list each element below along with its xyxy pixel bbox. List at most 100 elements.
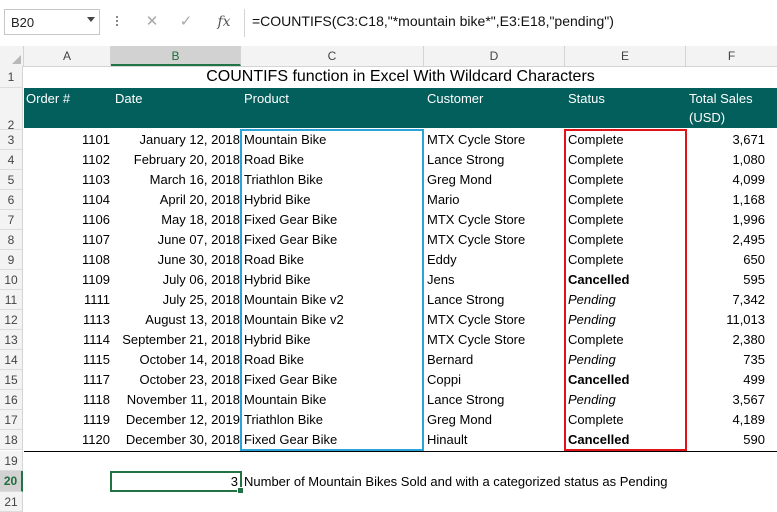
cell-order[interactable]: 1104	[24, 190, 110, 210]
cell-date[interactable]: December 12, 2019	[110, 410, 240, 430]
cell-sales[interactable]: 595	[686, 270, 765, 290]
header-date[interactable]: Date	[115, 89, 142, 109]
cell-status[interactable]: Complete	[568, 250, 684, 270]
cell-customer[interactable]: MTX Cycle Store	[427, 310, 563, 330]
row-header-4[interactable]: 4	[0, 150, 23, 170]
cell-sales[interactable]: 2,380	[686, 330, 765, 350]
cell-product[interactable]: Mountain Bike v2	[244, 290, 422, 310]
cell-date[interactable]: April 20, 2018	[110, 190, 240, 210]
cell-product[interactable]: Mountain Bike v2	[244, 310, 422, 330]
cell-customer[interactable]: Lance Strong	[427, 390, 563, 410]
cell-product[interactable]: Fixed Gear Bike	[244, 230, 422, 250]
cell-sales[interactable]: 2,495	[686, 230, 765, 250]
cell-status[interactable]: Complete	[568, 130, 684, 150]
cell-customer[interactable]: Greg Mond	[427, 410, 563, 430]
cell-date[interactable]: July 25, 2018	[110, 290, 240, 310]
column-header-a[interactable]: A	[24, 46, 111, 66]
cell-customer[interactable]: Greg Mond	[427, 170, 563, 190]
cell-status[interactable]: Pending	[568, 390, 684, 410]
cell-order[interactable]: 1114	[24, 330, 110, 350]
cell-customer[interactable]: Hinault	[427, 430, 563, 450]
row-header-2[interactable]: 2	[0, 88, 23, 132]
cell-sales[interactable]: 1,996	[686, 210, 765, 230]
cell-status[interactable]: Complete	[568, 230, 684, 250]
cell-order[interactable]: 1108	[24, 250, 110, 270]
cell-sales[interactable]: 7,342	[686, 290, 765, 310]
row-header-16[interactable]: 16	[0, 390, 23, 410]
cell-customer[interactable]: Eddy	[427, 250, 563, 270]
cell-status[interactable]: Pending	[568, 290, 684, 310]
row-header-10[interactable]: 10	[0, 270, 23, 290]
cell-customer[interactable]: MTX Cycle Store	[427, 130, 563, 150]
check-icon[interactable]: ✓	[175, 11, 197, 33]
cell-sales[interactable]: 4,099	[686, 170, 765, 190]
column-header-b[interactable]: B	[111, 46, 241, 66]
column-header-c[interactable]: C	[241, 46, 424, 66]
cell-product[interactable]: Road Bike	[244, 150, 422, 170]
row-header-18[interactable]: 18	[0, 430, 23, 450]
header-status[interactable]: Status	[568, 89, 605, 109]
row-header-17[interactable]: 17	[0, 410, 23, 430]
row-header-8[interactable]: 8	[0, 230, 23, 250]
cell-date[interactable]: September 21, 2018	[110, 330, 240, 350]
cell-status[interactable]: Complete	[568, 330, 684, 350]
cell-product[interactable]: Road Bike	[244, 350, 422, 370]
row-header-20[interactable]: 20	[0, 471, 23, 492]
column-header-f[interactable]: F	[686, 46, 777, 66]
cell-order[interactable]: 1119	[24, 410, 110, 430]
cell-customer[interactable]: Mario	[427, 190, 563, 210]
cell-sales[interactable]: 499	[686, 370, 765, 390]
cell-order[interactable]: 1118	[24, 390, 110, 410]
cell-date[interactable]: May 18, 2018	[110, 210, 240, 230]
cell-customer[interactable]: MTX Cycle Store	[427, 210, 563, 230]
cell-status[interactable]: Complete	[568, 210, 684, 230]
cell-status[interactable]: Cancelled	[568, 370, 684, 390]
header-order[interactable]: Order #	[26, 89, 70, 109]
cell-order[interactable]: 1106	[24, 210, 110, 230]
cell-product[interactable]: Hybrid Bike	[244, 330, 422, 350]
cell-status[interactable]: Complete	[568, 150, 684, 170]
row-header-19[interactable]: 19	[0, 451, 23, 471]
cell-order[interactable]: 1101	[24, 130, 110, 150]
select-all-button[interactable]	[0, 46, 24, 66]
header-customer[interactable]: Customer	[427, 89, 483, 109]
cell-sales[interactable]: 590	[686, 430, 765, 450]
cell-sales[interactable]: 735	[686, 350, 765, 370]
row-header-21[interactable]: 21	[0, 492, 23, 512]
cell-sales[interactable]: 1,080	[686, 150, 765, 170]
cell-customer[interactable]: MTX Cycle Store	[427, 230, 563, 250]
cell-date[interactable]: February 20, 2018	[110, 150, 240, 170]
cell-customer[interactable]: Coppi	[427, 370, 563, 390]
cell-product[interactable]: Fixed Gear Bike	[244, 370, 422, 390]
cell-order[interactable]: 1107	[24, 230, 110, 250]
cell-status[interactable]: Complete	[568, 170, 684, 190]
cell-order[interactable]: 1111	[24, 290, 110, 310]
insert-function-icon[interactable]: fx	[213, 11, 235, 33]
cell-order[interactable]: 1113	[24, 310, 110, 330]
cell-product[interactable]: Hybrid Bike	[244, 190, 422, 210]
row-header-6[interactable]: 6	[0, 190, 23, 210]
cell-date[interactable]: January 12, 2018	[110, 130, 240, 150]
drag-handle-icon[interactable]	[116, 16, 119, 28]
cancel-icon[interactable]: ✕	[141, 11, 163, 33]
cell-product[interactable]: Mountain Bike	[244, 130, 422, 150]
name-box[interactable]: B20	[4, 9, 100, 35]
cell-order[interactable]: 1102	[24, 150, 110, 170]
row-header-11[interactable]: 11	[0, 290, 23, 310]
cell-status[interactable]: Complete	[568, 410, 684, 430]
cell-status[interactable]: Pending	[568, 310, 684, 330]
cell-status[interactable]: Cancelled	[568, 270, 684, 290]
cell-order[interactable]: 1115	[24, 350, 110, 370]
column-header-e[interactable]: E	[565, 46, 686, 66]
cell-order[interactable]: 1109	[24, 270, 110, 290]
row-header-9[interactable]: 9	[0, 250, 23, 270]
cell-date[interactable]: March 16, 2018	[110, 170, 240, 190]
cell-date[interactable]: June 07, 2018	[110, 230, 240, 250]
cell-date[interactable]: October 14, 2018	[110, 350, 240, 370]
row-header-1[interactable]: 1	[0, 66, 23, 88]
header-total-sales[interactable]: Total Sales	[689, 89, 753, 109]
cell-product[interactable]: Mountain Bike	[244, 390, 422, 410]
cell-product[interactable]: Hybrid Bike	[244, 270, 422, 290]
cell-date[interactable]: December 30, 2018	[110, 430, 240, 450]
cell-customer[interactable]: Lance Strong	[427, 150, 563, 170]
